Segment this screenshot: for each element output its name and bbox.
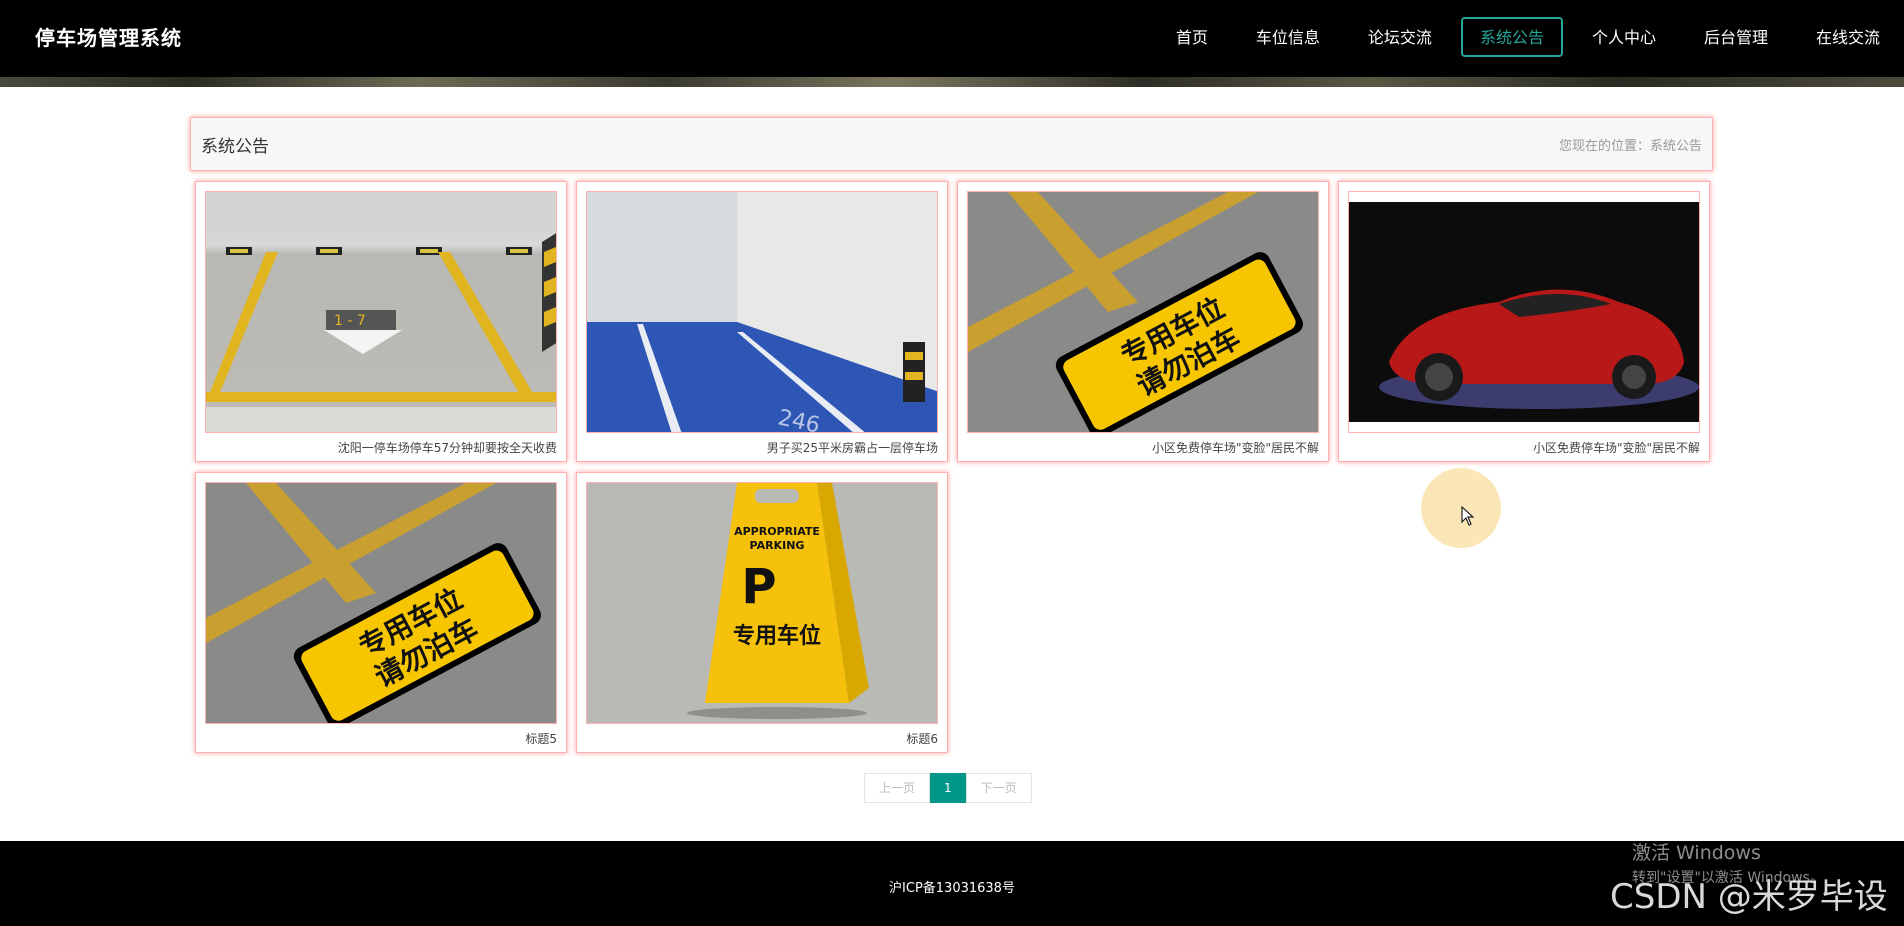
parking-garage-image[interactable]: 1 - 7	[205, 191, 557, 433]
main-content: 系统公告 您现在的位置：系统公告 1 - 7 沈阳一停车场停车57分钟却要按全天…	[190, 117, 1713, 753]
csdn-watermark: CSDN @米罗毕设	[1610, 877, 1888, 917]
announcement-card[interactable]: 246 男子买25平米房霸占一层停车场	[576, 181, 948, 462]
page-number-button[interactable]: 1	[930, 773, 966, 803]
announcement-grid: 1 - 7 沈阳一停车场停车57分钟却要按全天收费 246 男子买25平米房霸占…	[190, 181, 1713, 753]
svg-text:PARKING: PARKING	[750, 539, 805, 552]
section-title-bar: 系统公告 您现在的位置：系统公告	[190, 117, 1713, 171]
reserved-parking-sign-image[interactable]: 专用车位 请勿泊车	[967, 191, 1319, 433]
breadcrumb: 您现在的位置：系统公告	[1558, 138, 1702, 154]
card-caption[interactable]: 小区免费停车场"变脸"居民不解	[967, 439, 1319, 456]
card-caption[interactable]: 男子买25平米房霸占一层停车场	[586, 439, 938, 456]
svg-text:专用车位: 专用车位	[733, 623, 821, 649]
svg-text:1 - 7: 1 - 7	[334, 313, 366, 329]
parking-a-frame-sign-image[interactable]: APPROPRIATE PARKING P 专用车位	[586, 482, 938, 724]
nav-item-forum[interactable]: 论坛交流	[1349, 17, 1451, 57]
next-page-button[interactable]: 下一页	[965, 773, 1032, 803]
card-caption[interactable]: 小区免费停车场"变脸"居民不解	[1348, 439, 1700, 456]
announcement-card[interactable]: 专用车位 请勿泊车 标题5	[195, 472, 567, 753]
nav-item-admin[interactable]: 后台管理	[1685, 17, 1787, 57]
windows-activation-title: 激活 Windows	[1632, 842, 1761, 864]
nav-item-announcements[interactable]: 系统公告	[1460, 17, 1563, 57]
reserved-parking-sign-image[interactable]: 专用车位 请勿泊车	[205, 482, 557, 724]
pagination: 上一页 1 下一页	[864, 773, 1032, 803]
card-caption[interactable]: 标题5	[205, 730, 557, 747]
site-brand[interactable]: 停车场管理系统	[35, 22, 182, 51]
mouse-cursor-icon	[1461, 505, 1475, 530]
card-caption[interactable]: 沈阳一停车场停车57分钟却要按全天收费	[205, 439, 557, 456]
nav-item-parking-info[interactable]: 车位信息	[1237, 17, 1339, 57]
announcement-card[interactable]: 1 - 7 沈阳一停车场停车57分钟却要按全天收费	[195, 181, 567, 462]
main-nav: 首页 车位信息 论坛交流 系统公告 个人中心 后台管理 在线交流	[1152, 17, 1904, 57]
blue-parking-lot-image[interactable]: 246	[586, 191, 938, 433]
svg-text:APPROPRIATE: APPROPRIATE	[734, 525, 820, 538]
card-caption[interactable]: 标题6	[586, 730, 938, 747]
nav-item-online-chat[interactable]: 在线交流	[1797, 17, 1899, 57]
svg-text:P: P	[741, 559, 776, 615]
announcement-card[interactable]: 小区免费停车场"变脸"居民不解	[1338, 181, 1710, 462]
top-navbar: 停车场管理系统 首页 车位信息 论坛交流 系统公告 个人中心 后台管理 在线交流	[0, 0, 1904, 87]
red-sports-car-image[interactable]	[1348, 191, 1700, 433]
page-title: 系统公告	[201, 136, 269, 157]
announcement-card[interactable]: APPROPRIATE PARKING P 专用车位 标题6	[576, 472, 948, 753]
nav-item-profile[interactable]: 个人中心	[1573, 17, 1675, 57]
prev-page-button[interactable]: 上一页	[864, 773, 931, 803]
nav-item-home[interactable]: 首页	[1157, 17, 1227, 57]
hero-banner-strip	[0, 77, 1904, 87]
announcement-card[interactable]: 专用车位 请勿泊车 小区免费停车场"变脸"居民不解	[957, 181, 1329, 462]
